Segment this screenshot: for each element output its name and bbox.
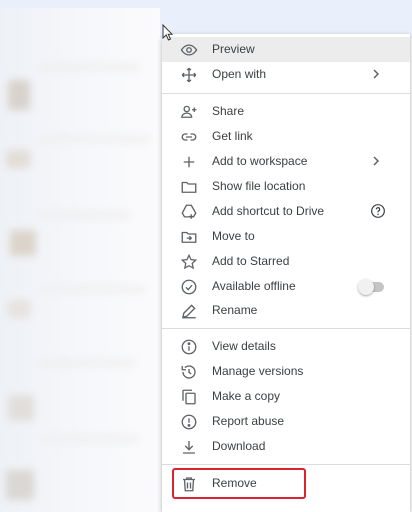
toggle-knob (358, 279, 374, 295)
menu-item-add-shortcut-to-drive[interactable]: Add shortcut to Drive (162, 199, 410, 224)
pencil-icon (178, 300, 200, 322)
context-menu: Preview Open with Share Get link Add to … (162, 34, 410, 512)
download-icon (178, 436, 200, 458)
offline-check-icon (178, 276, 200, 298)
eye-icon (178, 39, 200, 61)
mouse-cursor-icon (162, 24, 174, 41)
alert-icon (178, 411, 200, 433)
menu-item-make-a-copy[interactable]: Make a copy (162, 384, 410, 409)
menu-item-label: Rename (212, 303, 258, 317)
chevron-right-icon (373, 69, 380, 79)
menu-item-rename[interactable]: Rename (162, 298, 410, 323)
plus-icon (178, 151, 200, 173)
menu-divider (162, 464, 410, 465)
menu-item-add-to-starred[interactable]: Add to Starred (162, 249, 410, 274)
history-icon (178, 361, 200, 383)
menu-item-open-with[interactable]: Open with (162, 62, 410, 87)
menu-item-label: Add shortcut to Drive (212, 204, 325, 218)
menu-item-report-abuse[interactable]: Report abuse (162, 409, 410, 434)
menu-item-label: Share (212, 104, 245, 118)
menu-item-label: Get link (212, 129, 253, 143)
help-icon[interactable] (370, 203, 386, 219)
menu-item-label: Add to Starred (212, 254, 290, 268)
menu-item-manage-versions[interactable]: Manage versions (162, 359, 410, 384)
link-icon (178, 126, 200, 148)
menu-item-remove[interactable]: Remove (162, 471, 410, 496)
menu-item-label: Available offline (212, 279, 296, 293)
menu-item-share[interactable]: Share (162, 99, 410, 124)
menu-item-download[interactable]: Download (162, 434, 410, 459)
menu-divider (162, 93, 410, 94)
move-arrows-icon (178, 64, 200, 86)
menu-item-view-details[interactable]: View details (162, 334, 410, 359)
menu-item-label: Manage versions (212, 364, 304, 378)
menu-item-label: Remove (212, 476, 257, 490)
info-icon (178, 336, 200, 358)
move-folder-icon (178, 226, 200, 248)
chevron-right-icon (373, 156, 380, 166)
menu-item-label: Show file location (212, 179, 306, 193)
copy-icon (178, 386, 200, 408)
menu-item-label: View details (212, 339, 276, 353)
add-to-drive-icon (178, 201, 200, 223)
trash-icon (178, 473, 200, 495)
menu-item-move-to[interactable]: Move to (162, 224, 410, 249)
menu-item-get-link[interactable]: Get link (162, 124, 410, 149)
menu-item-available-offline[interactable]: Available offline (162, 274, 410, 299)
menu-divider (162, 328, 410, 329)
add-person-icon (178, 101, 200, 123)
menu-item-label: Preview (212, 42, 255, 56)
menu-item-show-file-location[interactable]: Show file location (162, 174, 410, 199)
folder-icon (178, 176, 200, 198)
menu-item-label: Download (212, 439, 266, 453)
menu-item-preview[interactable]: Preview (162, 37, 410, 62)
star-icon (178, 251, 200, 273)
menu-item-label: Open with (212, 67, 267, 81)
offline-toggle[interactable] (358, 279, 384, 295)
menu-item-label: Add to workspace (212, 154, 308, 168)
menu-item-add-to-workspace[interactable]: Add to workspace (162, 149, 410, 174)
menu-item-label: Report abuse (212, 414, 285, 428)
menu-item-label: Make a copy (212, 389, 281, 403)
menu-item-label: Move to (212, 229, 255, 243)
